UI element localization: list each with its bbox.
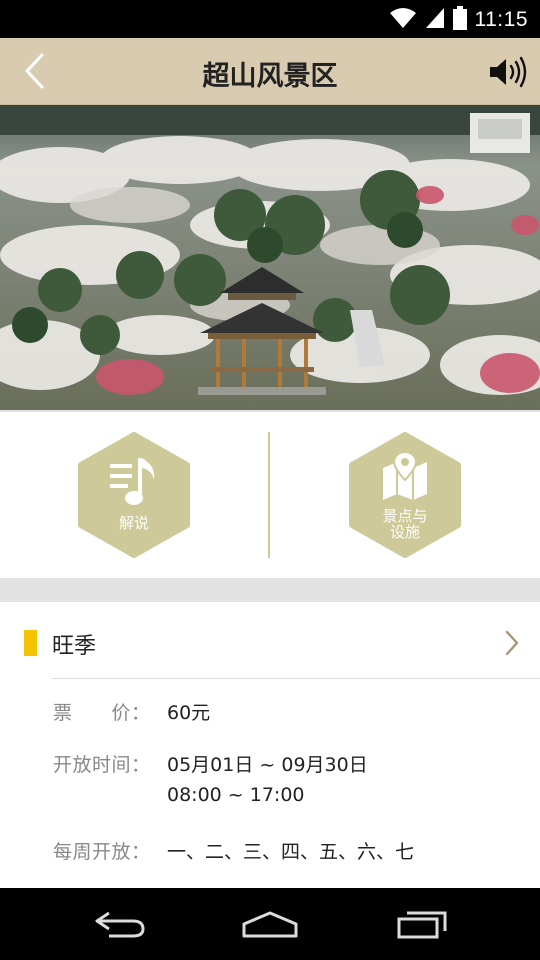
ticket-price-label: 票 价： bbox=[53, 702, 151, 724]
attractions-label-line2: 设施 bbox=[389, 523, 420, 541]
action-divider bbox=[268, 432, 270, 558]
season-info-card: 旺季 票 价： 60元 开放时间： 05月01日 ~ 09月30日 08:00 … bbox=[0, 602, 540, 888]
nav-recents-button[interactable] bbox=[382, 902, 462, 946]
recents-icon bbox=[397, 911, 447, 939]
nav-home-button[interactable] bbox=[230, 902, 310, 946]
back-arrow-icon bbox=[95, 911, 145, 938]
status-icons: 11:15 bbox=[389, 6, 529, 34]
open-date-range: 05月01日 ~ 09月30日 bbox=[167, 754, 368, 776]
nav-back-button[interactable] bbox=[80, 902, 160, 946]
page-title: 超山风景区 bbox=[202, 61, 338, 92]
open-time-label: 开放时间： bbox=[53, 754, 151, 776]
map-pin-icon bbox=[383, 450, 427, 500]
home-icon bbox=[242, 911, 298, 938]
action-panel: 解说 景点与 设施 bbox=[0, 412, 540, 578]
system-nav-bar bbox=[0, 888, 540, 960]
divider bbox=[52, 678, 540, 679]
music-note-icon bbox=[110, 458, 155, 505]
status-bar: 11:15 bbox=[0, 0, 540, 38]
season-header[interactable]: 旺季 bbox=[0, 602, 540, 678]
wifi-icon bbox=[389, 7, 417, 33]
narration-label: 解说 bbox=[118, 514, 149, 532]
weekly-open-label: 每周开放： bbox=[53, 841, 151, 863]
ticket-price-value: 60元 bbox=[167, 702, 211, 724]
speaker-icon bbox=[490, 56, 527, 88]
chevron-right-icon bbox=[505, 630, 519, 656]
season-title: 旺季 bbox=[52, 634, 97, 659]
audio-button[interactable] bbox=[486, 52, 530, 92]
attractions-facilities-button[interactable]: 景点与 设施 bbox=[347, 432, 463, 558]
weekly-open-days: 一、二、三、四、五、六、七 bbox=[167, 841, 415, 863]
title-bar: 超山风景区 bbox=[0, 38, 540, 105]
season-marker bbox=[24, 630, 37, 656]
scenic-photo bbox=[0, 105, 540, 410]
attractions-label-line1: 景点与 bbox=[382, 507, 428, 525]
battery-icon bbox=[452, 6, 467, 34]
signal-icon bbox=[425, 7, 445, 33]
narration-button[interactable]: 解说 bbox=[76, 432, 192, 558]
open-hours: 08:00 ~ 17:00 bbox=[167, 784, 305, 806]
status-time: 11:15 bbox=[474, 8, 528, 31]
